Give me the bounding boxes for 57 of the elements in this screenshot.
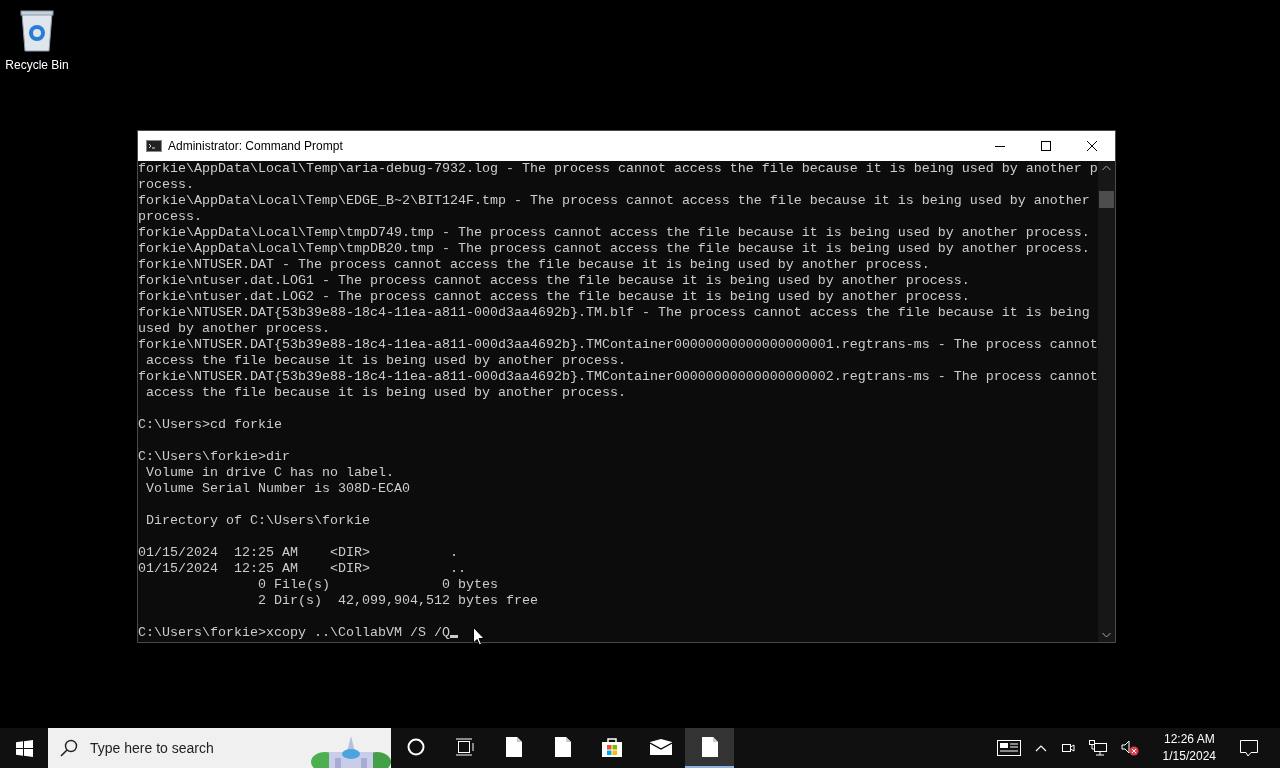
console-line: forkie\AppData\Local\Temp\tmpDB20.tmp - The process cannot access the file because it is being used by another process. xyxy=(138,241,1090,256)
console-line: forkie\AppData\Local\Temp\tmpD749.tmp - The process cannot access the file because it is being used by another process. xyxy=(138,225,1090,240)
console-line: access the file because it is being used by another process. xyxy=(145,353,626,368)
notification-icon[interactable] xyxy=(1240,739,1258,757)
taskbar-app[interactable] xyxy=(685,728,734,768)
text-cursor xyxy=(449,635,458,638)
console-line: C:\Users>cd forkie xyxy=(138,417,282,432)
clock-time: 12:26 AM xyxy=(1163,731,1215,748)
console-line: forkie\NTUSER.DAT - The process cannot access the file because it is being used by another process. xyxy=(138,257,930,272)
console-line: forkie\NTUSER.DAT{53b39e88-18c4-11ea-a811-000d3aa4692b}.TMContainer00000000000000000002.regtrans-ms - The process cannot xyxy=(138,369,1098,384)
console-line: rocess. xyxy=(138,177,194,192)
console-line: 01/15/2024 12:25 AM <DIR> .. xyxy=(138,561,466,576)
console-line: Directory of C:\Users\forkie xyxy=(145,513,370,528)
volume-muted-icon[interactable] xyxy=(1120,740,1139,756)
console-line: Volume in drive C has no label. xyxy=(145,465,394,480)
console-line: forkie\ntuser.dat.LOG1 - The process cannot access the file because it is being used by another process. xyxy=(138,273,970,288)
console-icon xyxy=(146,140,162,152)
document-icon xyxy=(701,737,718,757)
scroll-up-icon[interactable] xyxy=(1102,165,1111,171)
console-line: forkie\AppData\Local\Temp\EDGE_B~2\BIT124F.tmp - The process cannot access the file because it is being used by another xyxy=(138,193,1090,208)
document-icon xyxy=(554,737,571,757)
console-line: 01/15/2024 12:25 AM <DIR> . xyxy=(138,545,458,560)
console-line: forkie\NTUSER.DAT{53b39e88-18c4-11ea-a811-000d3aa4692b}.TM.blf - The process cannot access the file because it is being xyxy=(138,305,1090,320)
console-line: 0 File(s) 0 bytes xyxy=(256,577,498,592)
circle-icon xyxy=(406,738,425,756)
console-line: used by another process. xyxy=(138,321,330,336)
recycle-bin-icon[interactable] xyxy=(18,8,56,52)
scrollbar-thumb[interactable] xyxy=(1099,191,1114,208)
close-icon xyxy=(1087,141,1097,151)
console-line: 2 Dir(s) 42,099,904,512 bytes free xyxy=(256,593,538,608)
windows-logo-icon xyxy=(15,739,33,757)
scrollbar[interactable] xyxy=(1098,161,1115,642)
chevron-up-icon[interactable] xyxy=(1034,744,1047,752)
clock[interactable]: 12:26 AM 1/15/2024 xyxy=(1162,731,1216,765)
desktop-icon-label[interactable]: Recycle Bin xyxy=(5,58,69,72)
envelope-icon xyxy=(649,739,672,755)
store-bag-icon xyxy=(600,736,623,758)
console-line: Volume Serial Number is 308D-ECA0 xyxy=(145,481,410,496)
search-field[interactable]: Type here to search xyxy=(88,739,311,757)
console-line: access the file because it is being used by another process. xyxy=(145,385,626,400)
console-line: forkie\NTUSER.DAT{53b39e88-18c4-11ea-a811-000d3aa4692b}.TMContainer00000000000000000001.regtrans-ms - The process cannot xyxy=(138,337,1098,352)
search-bar[interactable]: Type here to search xyxy=(48,728,391,768)
console-line: C:\Users\forkie>xcopy ..\CollabVM /S /Q xyxy=(138,625,450,640)
search-icon xyxy=(60,739,78,757)
network-icon[interactable] xyxy=(1088,740,1107,756)
clock-date: 1/15/2024 xyxy=(1162,748,1216,765)
news-icon[interactable] xyxy=(996,740,1021,756)
console-line: C:\Users\forkie>dir xyxy=(138,449,290,464)
maximize-icon xyxy=(1041,141,1051,151)
task-view-icon xyxy=(454,738,475,756)
console-line: forkie\ntuser.dat.LOG2 - The process cannot access the file because it is being used by another process. xyxy=(138,289,970,304)
window-title: Administrator: Command Prompt xyxy=(168,139,343,153)
camera-icon[interactable] xyxy=(1060,741,1075,755)
console-line: process. xyxy=(138,209,202,224)
document-icon xyxy=(505,737,522,757)
scroll-down-icon[interactable] xyxy=(1102,632,1111,638)
console-line: forkie\AppData\Local\Temp\aria-debug-7932.log - The process cannot access the file because it is being used by another p xyxy=(138,161,1098,176)
